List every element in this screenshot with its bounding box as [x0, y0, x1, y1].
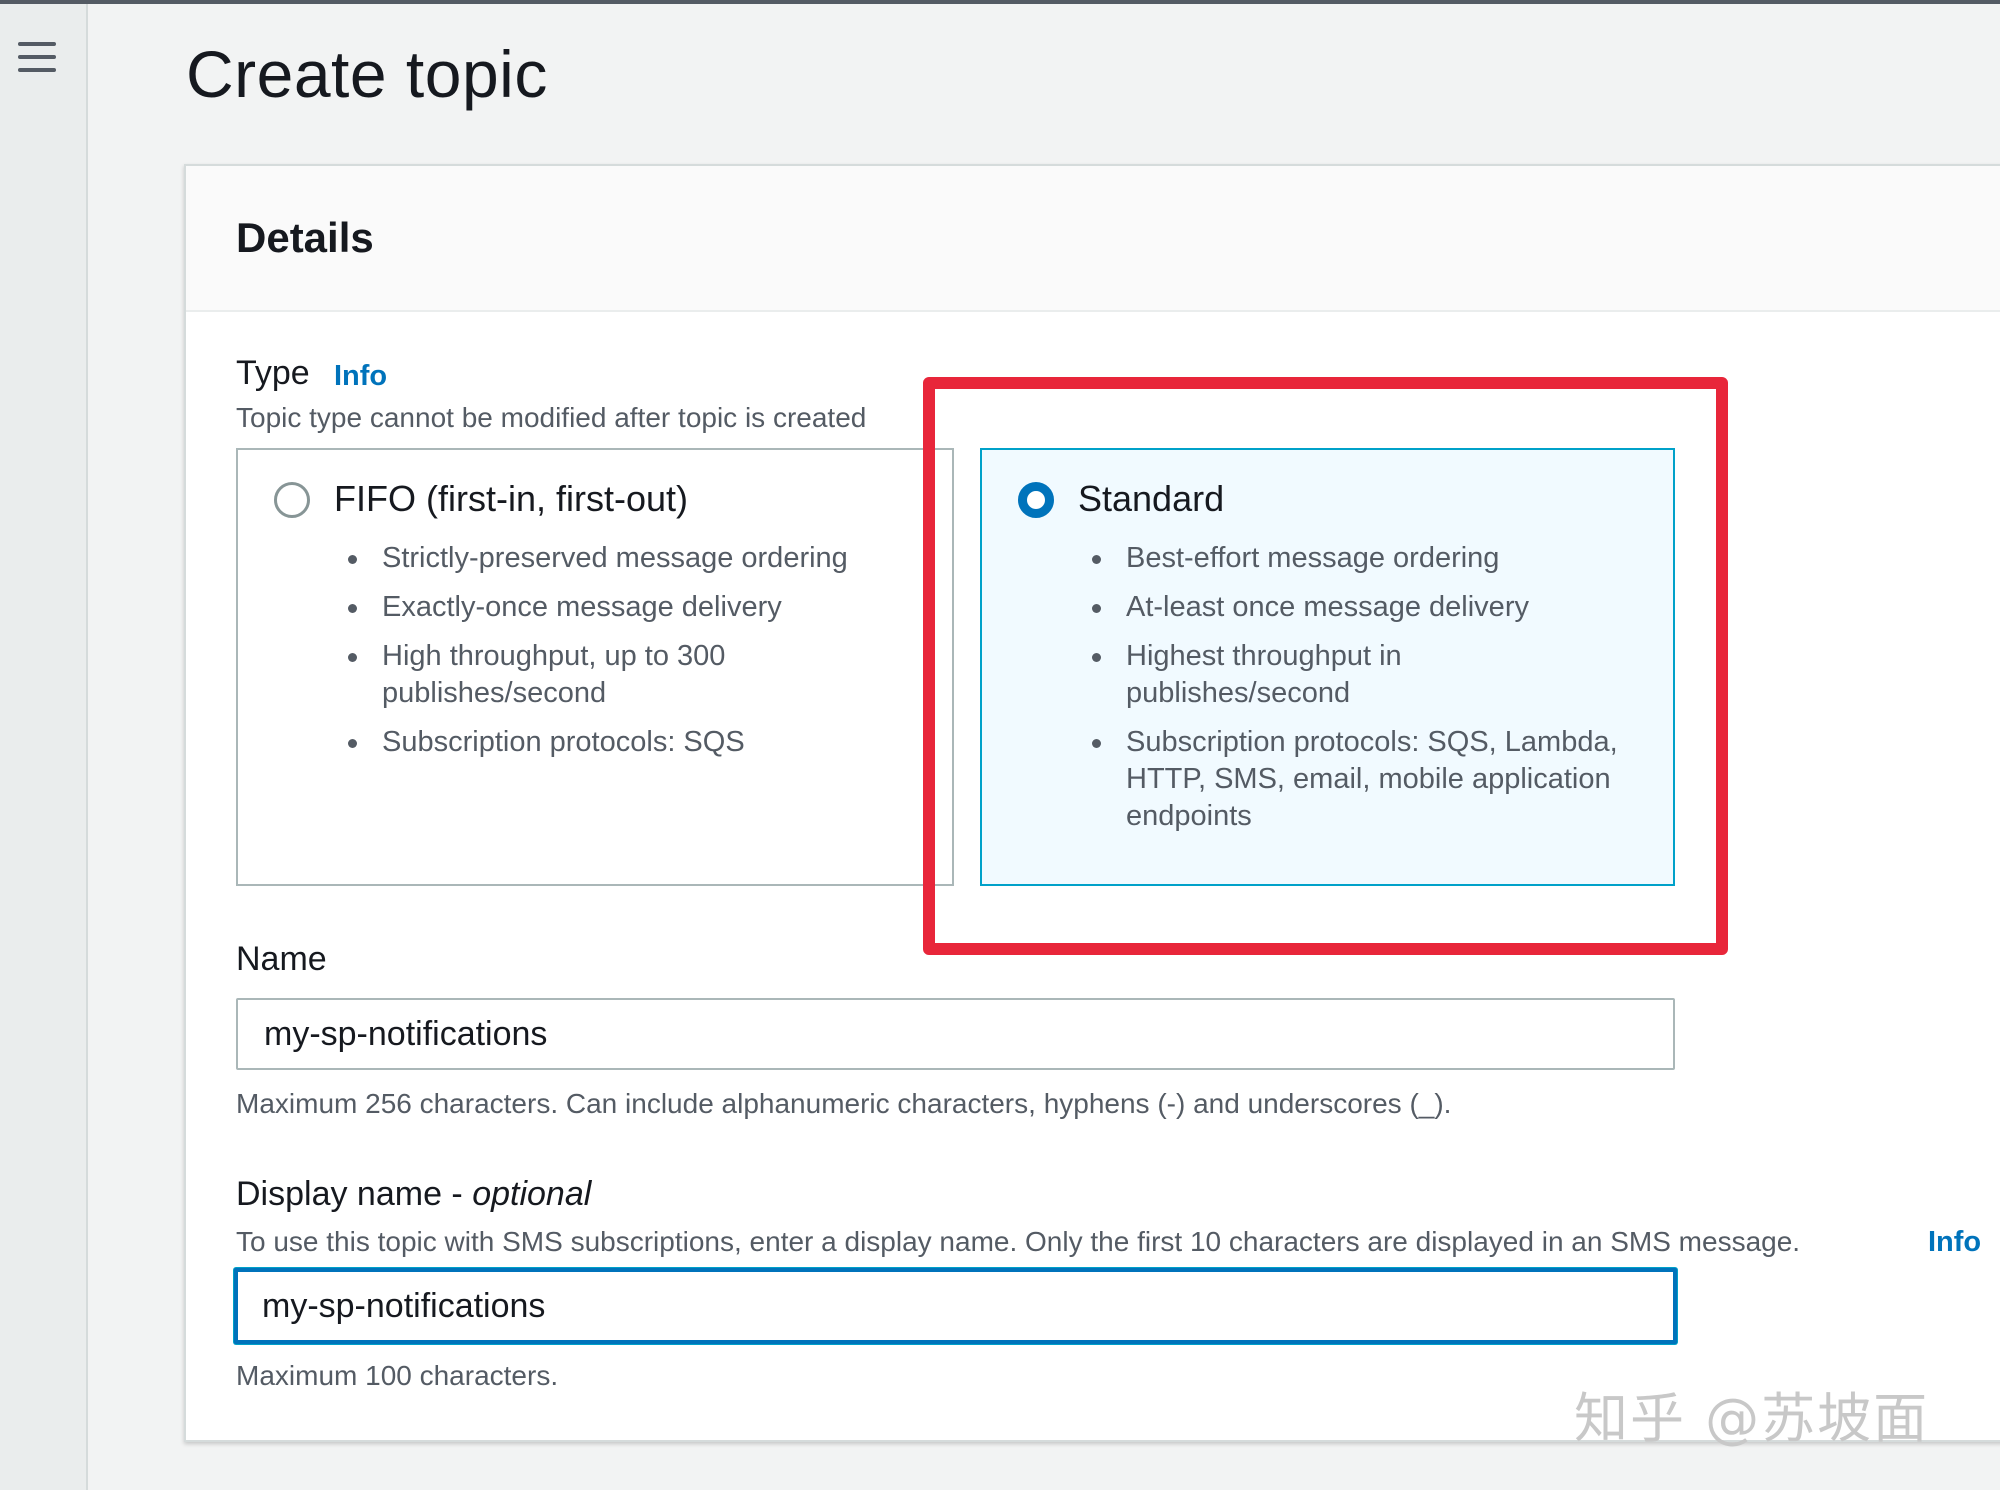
list-item: Highest throughput in publishes/second [1092, 638, 1472, 712]
type-description: Topic type cannot be modified after topi… [236, 402, 867, 433]
list-item: Exactly-once message delivery [348, 589, 908, 626]
display-name-input[interactable] [234, 1268, 1677, 1344]
panel-title: Details [236, 214, 374, 261]
standard-type-option[interactable]: Standard Best-effort message ordering At… [980, 448, 1675, 886]
type-label: Type [236, 354, 310, 392]
watermark: 知乎 @苏坡面 [1574, 1387, 1930, 1450]
fifo-radio[interactable] [274, 482, 310, 518]
display-name-description: To use this topic with SMS subscriptions… [236, 1226, 1801, 1257]
type-info-link[interactable]: Info [334, 360, 387, 393]
fifo-features-list: Strictly-preserved message ordering Exac… [348, 540, 908, 773]
standard-radio[interactable] [1018, 482, 1054, 518]
fifo-type-option[interactable]: FIFO (first-in, first-out) Strictly-pres… [236, 448, 954, 886]
list-item: At-least once message delivery [1092, 589, 1662, 626]
top-border [0, 0, 2000, 4]
name-hint: Maximum 256 characters. Can include alph… [236, 1088, 1452, 1119]
name-input[interactable] [236, 998, 1675, 1070]
list-item: Best-effort message ordering [1092, 540, 1662, 577]
panel-header: Details [186, 166, 2000, 312]
standard-option-title: Standard [1078, 478, 1225, 519]
page-title: Create topic [186, 37, 548, 111]
display-name-label: Display name - optional [236, 1175, 591, 1214]
list-item: Strictly-preserved message ordering [348, 540, 908, 577]
fifo-option-title: FIFO (first-in, first-out) [334, 478, 688, 519]
optional-tag: optional [472, 1175, 592, 1213]
standard-features-list: Best-effort message ordering At-least on… [1092, 540, 1662, 847]
list-item: High throughput, up to 300 publishes/sec… [348, 638, 808, 712]
name-label: Name [236, 940, 327, 978]
navigation-rail [0, 4, 88, 1490]
display-name-hint: Maximum 100 characters. [236, 1360, 559, 1391]
display-name-info-link[interactable]: Info [1928, 1226, 1981, 1259]
hamburger-menu-icon[interactable] [18, 42, 56, 72]
list-item: Subscription protocols: SQS, Lambda, HTT… [1092, 724, 1662, 835]
display-name-label-text: Display name - [236, 1175, 473, 1213]
list-item: Subscription protocols: SQS [348, 724, 908, 761]
